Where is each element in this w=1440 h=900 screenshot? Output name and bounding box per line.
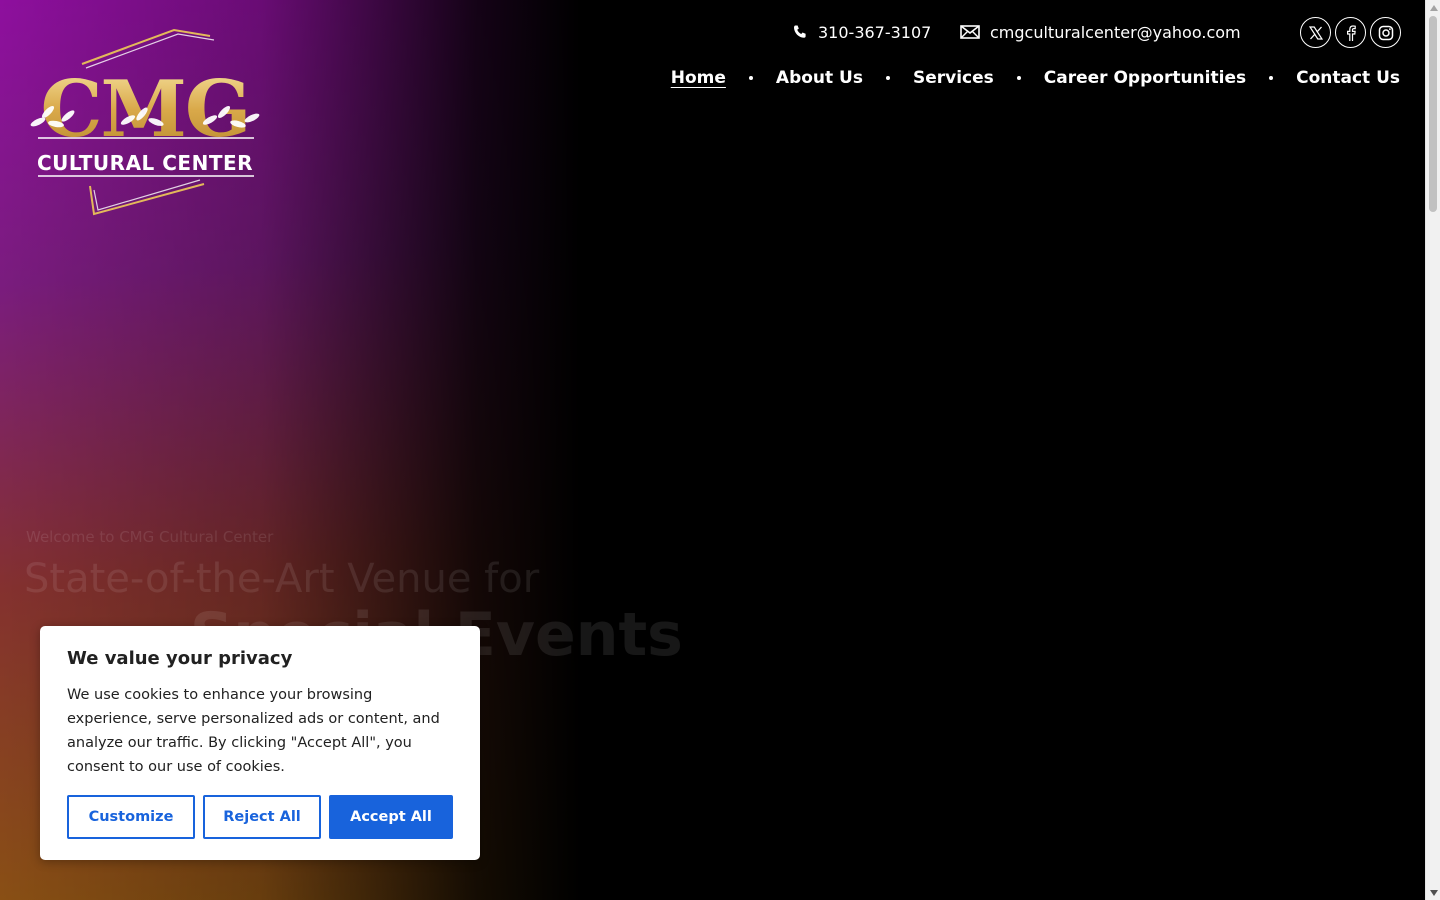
phone-link[interactable]: 310-367-3107 xyxy=(792,20,931,44)
nav-home[interactable]: Home xyxy=(671,68,726,88)
phone-number: 310-367-3107 xyxy=(818,22,932,42)
nav-about-us[interactable]: About Us xyxy=(776,68,863,88)
main-nav: Home About Us Services Career Opportunit… xyxy=(671,64,1400,92)
logo-subtitle: CULTURAL CENTER xyxy=(37,151,253,175)
logo-graphic: CMG CULTURAL CENTER xyxy=(30,28,260,216)
cookie-title: We value your privacy xyxy=(67,648,293,669)
cookie-actions: Customize Reject All Accept All xyxy=(67,795,453,839)
vertical-scrollbar[interactable] xyxy=(1425,0,1440,900)
logo[interactable]: CMG CULTURAL CENTER xyxy=(24,24,266,220)
nav-separator xyxy=(885,76,890,80)
x-icon[interactable] xyxy=(1300,17,1331,48)
scroll-down-arrow-icon[interactable] xyxy=(1426,885,1440,900)
nav-separator xyxy=(1269,76,1274,80)
nav-career-opportunities[interactable]: Career Opportunities xyxy=(1044,68,1246,88)
nav-contact-us[interactable]: Contact Us xyxy=(1296,68,1400,88)
instagram-icon[interactable] xyxy=(1370,17,1401,48)
customize-button[interactable]: Customize xyxy=(67,795,195,839)
nav-separator xyxy=(1016,76,1021,80)
facebook-icon[interactable] xyxy=(1335,17,1366,48)
scrollbar-thumb[interactable] xyxy=(1429,16,1437,212)
cookie-consent-banner: We value your privacy We use cookies to … xyxy=(40,626,480,860)
email-link[interactable]: cmgculturalcenter@yahoo.com xyxy=(960,20,1241,44)
nav-separator xyxy=(748,76,753,80)
email-address: cmgculturalcenter@yahoo.com xyxy=(990,22,1241,42)
nav-services[interactable]: Services xyxy=(913,68,994,88)
hero-title: State-of-the-Art Venue for xyxy=(24,556,540,602)
phone-icon xyxy=(794,25,806,38)
cookie-description: We use cookies to enhance your browsing … xyxy=(67,687,440,775)
mail-icon xyxy=(960,25,980,39)
accept-all-button[interactable]: Accept All xyxy=(329,795,453,839)
page: CMG CULTURAL CENTER 310-367-3107 cmgcult… xyxy=(0,0,1425,900)
social-links xyxy=(1300,17,1401,48)
reject-all-button[interactable]: Reject All xyxy=(203,795,321,839)
scroll-up-arrow-icon[interactable] xyxy=(1426,0,1440,15)
hero-eyebrow: Welcome to CMG Cultural Center xyxy=(26,528,274,546)
